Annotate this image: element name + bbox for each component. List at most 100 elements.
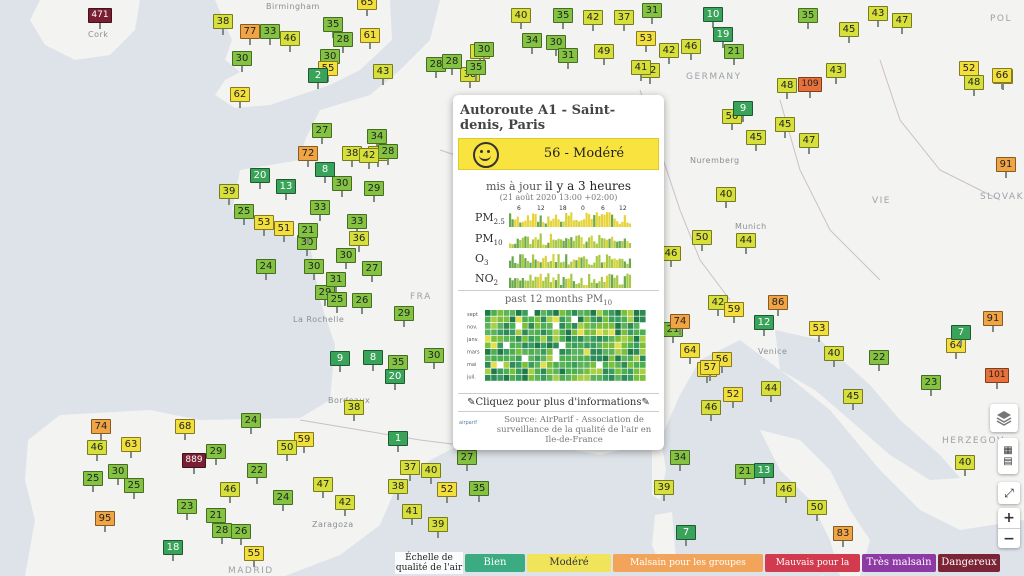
aqi-marker[interactable]: 39 xyxy=(219,184,239,205)
aqi-marker[interactable]: 43 xyxy=(868,6,888,27)
aqi-marker[interactable]: 27 xyxy=(457,450,477,471)
aqi-marker[interactable]: 53 xyxy=(809,321,829,342)
aqi-marker[interactable]: 20 xyxy=(385,369,405,390)
aqi-marker[interactable]: 889 xyxy=(182,453,206,474)
aqi-marker[interactable]: 42 xyxy=(359,148,379,169)
aqi-marker[interactable]: 50 xyxy=(692,230,712,251)
aqi-marker[interactable]: 31 xyxy=(558,48,578,69)
aqi-marker[interactable]: 38 xyxy=(213,14,233,35)
aqi-marker[interactable]: 25 xyxy=(234,204,254,225)
aqi-marker[interactable]: 7 xyxy=(676,525,696,546)
aqi-marker[interactable]: 2 xyxy=(308,68,328,89)
aqi-marker[interactable]: 35 xyxy=(469,481,489,502)
aqi-marker[interactable]: 30 xyxy=(474,42,494,63)
aqi-marker[interactable]: 47 xyxy=(313,477,333,498)
aqi-marker[interactable]: 8 xyxy=(363,350,383,371)
aqi-marker[interactable]: 47 xyxy=(799,133,819,154)
fullscreen-button[interactable]: ⤢ xyxy=(998,482,1020,504)
aqi-marker[interactable]: 45 xyxy=(839,22,859,43)
aqi-marker[interactable]: 29 xyxy=(206,444,226,465)
aqi-marker[interactable]: 37 xyxy=(400,460,420,481)
aqi-marker[interactable]: 35 xyxy=(798,8,818,29)
aqi-marker[interactable]: 24 xyxy=(241,413,261,434)
aqi-marker[interactable]: 50 xyxy=(807,500,827,521)
aqi-marker[interactable]: 55 xyxy=(244,546,264,567)
station-type-toggle[interactable]: ▦ ▤ xyxy=(998,438,1018,474)
aqi-marker[interactable]: 41 xyxy=(402,504,422,525)
station-popup[interactable]: Autoroute A1 - Saint-denis, Paris 56 - M… xyxy=(453,95,664,450)
aqi-marker[interactable]: 33 xyxy=(260,24,280,45)
aqi-marker[interactable]: 26 xyxy=(352,293,372,314)
aqi-marker[interactable]: 42 xyxy=(583,10,603,31)
aqi-marker[interactable]: 46 xyxy=(280,31,300,52)
aqi-marker[interactable]: 23 xyxy=(177,499,197,520)
aqi-marker[interactable]: 59 xyxy=(294,432,314,453)
aqi-marker[interactable]: 30 xyxy=(424,348,444,369)
aqi-marker[interactable]: 471 xyxy=(88,8,112,29)
aqi-marker[interactable]: 101 xyxy=(985,368,1009,389)
aqi-marker[interactable]: 40 xyxy=(955,455,975,476)
aqi-marker[interactable]: 61 xyxy=(360,28,380,49)
aqi-marker[interactable]: 74 xyxy=(91,419,111,440)
aqi-marker[interactable]: 77 xyxy=(240,24,260,45)
aqi-marker[interactable]: 68 xyxy=(175,419,195,440)
aqi-marker[interactable]: 48 xyxy=(964,75,984,96)
aqi-marker[interactable]: 9 xyxy=(733,101,753,122)
aqi-marker[interactable]: 28 xyxy=(442,54,462,75)
aqi-marker[interactable]: 38 xyxy=(388,479,408,500)
aqi-marker[interactable]: 51 xyxy=(274,221,294,242)
aqi-marker[interactable]: 24 xyxy=(273,490,293,511)
aqi-marker[interactable]: 46 xyxy=(220,482,240,503)
aqi-marker[interactable]: 37 xyxy=(614,10,634,31)
aqi-marker[interactable]: 62 xyxy=(230,87,250,108)
aqi-marker[interactable]: 27 xyxy=(312,123,332,144)
aqi-marker[interactable]: 29 xyxy=(394,306,414,327)
aqi-marker[interactable]: 49 xyxy=(594,44,614,65)
aqi-marker[interactable]: 91 xyxy=(983,311,1003,332)
aqi-marker[interactable]: 39 xyxy=(428,517,448,538)
aqi-marker[interactable]: 25 xyxy=(124,478,144,499)
aqi-marker[interactable]: 45 xyxy=(775,117,795,138)
aqi-marker[interactable]: 38 xyxy=(344,400,364,421)
aqi-marker[interactable]: 28 xyxy=(333,32,353,53)
aqi-marker[interactable]: 95 xyxy=(95,511,115,532)
aqi-marker[interactable]: 59 xyxy=(724,302,744,323)
aqi-marker[interactable]: 31 xyxy=(326,272,346,293)
aqi-marker[interactable]: 22 xyxy=(869,350,889,371)
aqi-marker[interactable]: 21 xyxy=(724,44,744,65)
aqi-marker[interactable]: 46 xyxy=(776,482,796,503)
aqi-marker[interactable]: 30 xyxy=(232,51,252,72)
aqi-marker[interactable]: 35 xyxy=(466,60,486,81)
aqi-marker[interactable]: 44 xyxy=(761,381,781,402)
aqi-marker[interactable]: 47 xyxy=(892,13,912,34)
aqi-marker[interactable]: 46 xyxy=(661,246,681,267)
aqi-marker[interactable]: 40 xyxy=(824,346,844,367)
aqi-marker[interactable]: 63 xyxy=(121,437,141,458)
aqi-marker[interactable]: 1 xyxy=(388,431,408,452)
aqi-marker[interactable]: 46 xyxy=(87,440,107,461)
aqi-marker[interactable]: 13 xyxy=(276,179,296,200)
aqi-marker[interactable]: 8 xyxy=(315,162,335,183)
aqi-marker[interactable]: 86 xyxy=(768,295,788,316)
aqi-marker[interactable]: 46 xyxy=(701,400,721,421)
aqi-marker[interactable]: 13 xyxy=(754,463,774,484)
layers-button[interactable] xyxy=(990,404,1018,432)
aqi-marker[interactable]: 24 xyxy=(256,259,276,280)
aqi-marker[interactable]: 65 xyxy=(357,0,377,16)
aqi-marker[interactable]: 45 xyxy=(843,389,863,410)
aqi-marker[interactable]: 57 xyxy=(700,360,720,381)
aqi-marker[interactable]: 21 xyxy=(298,223,318,244)
aqi-marker[interactable]: 109 xyxy=(798,77,822,98)
aqi-marker[interactable]: 30 xyxy=(336,248,356,269)
aqi-marker[interactable]: 18 xyxy=(163,540,183,561)
more-info-link[interactable]: ✎Cliquez pour plus d'informations✎ xyxy=(453,397,664,408)
aqi-marker[interactable]: 40 xyxy=(421,463,441,484)
zoom-in-button[interactable]: + xyxy=(1003,508,1015,528)
aqi-marker[interactable]: 29 xyxy=(364,181,384,202)
aqi-marker[interactable]: 30 xyxy=(304,259,324,280)
aqi-marker[interactable]: 27 xyxy=(362,261,382,282)
aqi-marker[interactable]: 46 xyxy=(681,39,701,60)
aqi-marker[interactable]: 39 xyxy=(654,480,674,501)
aqi-marker[interactable]: 74 xyxy=(670,314,690,335)
aqi-marker[interactable]: 12 xyxy=(754,315,774,336)
